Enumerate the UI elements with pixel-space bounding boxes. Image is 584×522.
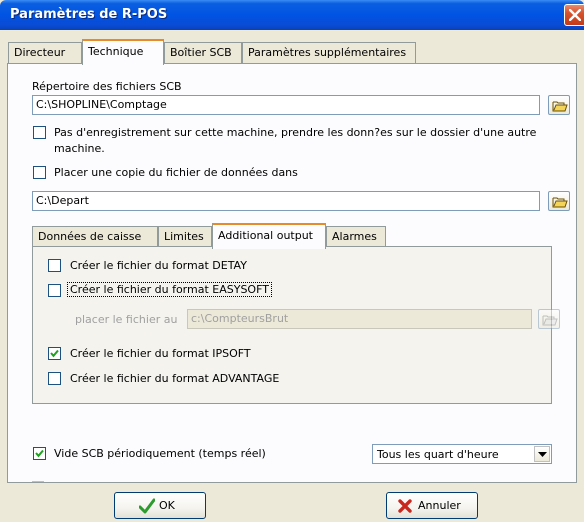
detay-checkbox[interactable] — [48, 259, 61, 272]
place-file-label: placer le fichier au — [75, 313, 178, 326]
easysoft-label: Créer le fichier du format EASYSOFT — [67, 282, 272, 297]
tab-label: Technique — [88, 45, 144, 58]
title-bar[interactable]: Paramètres de R-POS — [0, 0, 584, 30]
close-button[interactable] — [564, 4, 584, 26]
copy-directory-field[interactable]: C:\Depart — [32, 191, 540, 211]
flush-interval-value: Tous les quart d'heure — [377, 448, 499, 461]
scb-directory-field[interactable]: C:\SHOPLINE\Comptage — [32, 95, 540, 115]
tab-label: Données de caisse — [38, 230, 142, 243]
close-icon — [398, 499, 412, 513]
folder-open-icon — [552, 101, 568, 112]
advantage-label: Créer le fichier du format ADVANTAGE — [70, 372, 280, 385]
tab-label: Alarmes — [332, 230, 377, 243]
place-file-browse-button[interactable] — [538, 309, 560, 329]
tab-label: Limites — [164, 230, 204, 243]
periodic-flush-label: Vide SCB périodiquement (temps réel) — [54, 447, 266, 460]
copy-file-checkbox[interactable] — [33, 166, 46, 179]
no-record-label-line1: Pas d'enregistrement sur cette machine, … — [54, 126, 537, 139]
ipsoft-checkbox[interactable] — [48, 347, 61, 360]
folder-open-icon — [542, 315, 558, 326]
copy-directory-browse-button[interactable] — [548, 191, 570, 211]
tab-alarmes[interactable]: Alarmes — [326, 226, 386, 248]
chevron-down-icon — [538, 452, 547, 457]
divider — [32, 481, 44, 482]
dropdown-arrow-button[interactable] — [534, 446, 550, 462]
checkmark-icon — [139, 498, 155, 514]
no-record-label-line2: machine. — [54, 142, 105, 155]
place-file-field[interactable]: c:\CompteursBrut — [187, 309, 532, 329]
dialog-window: Paramètres de R-POS Directeur Technique … — [0, 0, 584, 522]
ipsoft-label: Créer le fichier du format IPSOFT — [70, 347, 251, 360]
tab-directeur[interactable]: Directeur — [8, 42, 82, 64]
cancel-button-label: Annuler — [418, 499, 461, 512]
window-title: Paramètres de R-POS — [10, 7, 168, 22]
cancel-button[interactable]: Annuler — [386, 492, 478, 519]
copy-file-label: Placer une copie du fichier de données d… — [54, 166, 298, 179]
no-record-checkbox[interactable] — [33, 126, 46, 139]
close-icon — [569, 9, 581, 21]
flush-interval-dropdown[interactable]: Tous les quart d'heure — [372, 444, 552, 464]
scb-directory-label: Répertoire des fichiers SCB — [32, 80, 182, 93]
tab-additional-output[interactable]: Additional output — [212, 223, 326, 249]
periodic-flush-checkbox[interactable] — [33, 447, 46, 460]
tab-parametres-supplementaires[interactable]: Paramètres supplémentaires — [242, 42, 416, 64]
easysoft-checkbox[interactable] — [48, 284, 61, 297]
tab-donnees-de-caisse[interactable]: Données de caisse — [32, 226, 158, 248]
detay-label: Créer le fichier du format DETAY — [70, 259, 247, 272]
tab-label: Additional output — [218, 229, 313, 242]
scb-directory-browse-button[interactable] — [548, 95, 570, 115]
advantage-checkbox[interactable] — [48, 372, 61, 385]
tab-label: Directeur — [14, 46, 66, 59]
tab-label: Boîtier SCB — [170, 46, 232, 59]
tab-boitier-scb[interactable]: Boîtier SCB — [164, 42, 242, 64]
ok-button-label: OK — [159, 499, 175, 512]
tab-label: Paramètres supplémentaires — [248, 46, 407, 59]
checkmark-icon — [50, 349, 59, 358]
tab-limites[interactable]: Limites — [158, 226, 212, 248]
checkmark-icon — [35, 449, 44, 458]
tab-technique[interactable]: Technique — [82, 39, 164, 65]
folder-open-icon — [552, 197, 568, 208]
ok-button[interactable]: OK — [114, 492, 206, 519]
